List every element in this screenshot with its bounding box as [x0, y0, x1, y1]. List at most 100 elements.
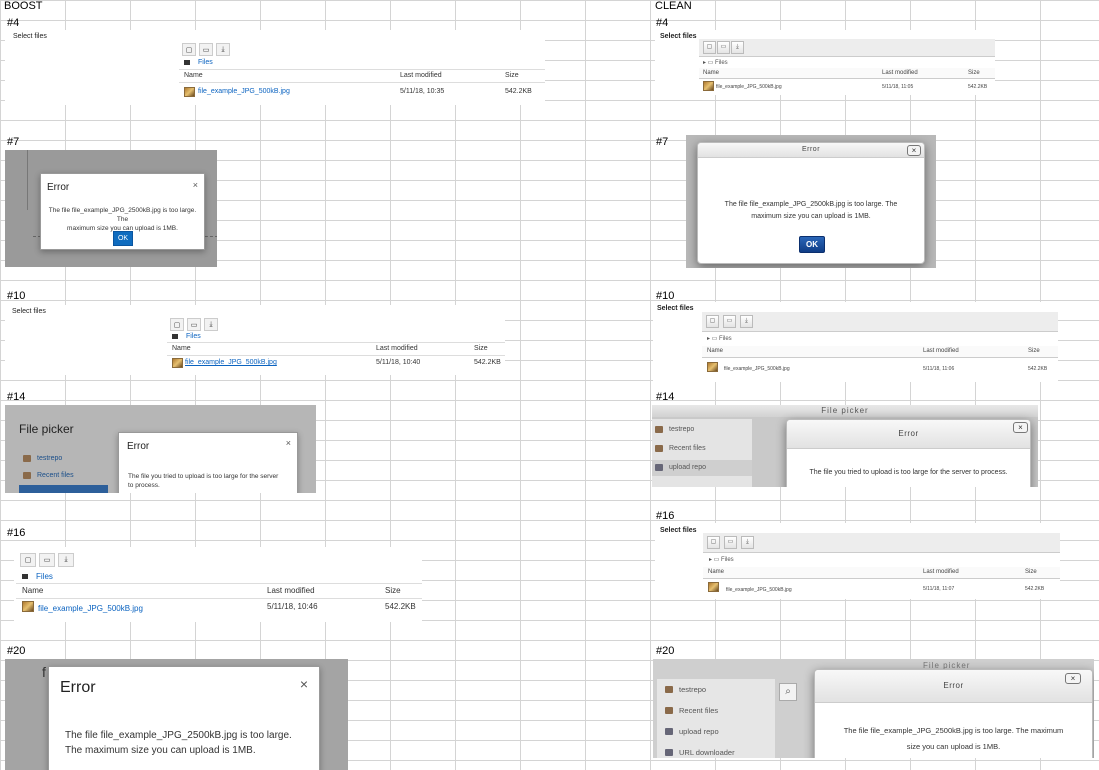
close-icon[interactable]: ×	[300, 676, 308, 692]
upload-icon	[655, 464, 663, 471]
table-row[interactable]: file_example_JPG_500kB.jpg 5/11/18, 10:4…	[167, 356, 505, 370]
close-icon[interactable]: ×	[286, 438, 291, 448]
add-file-button[interactable]: ▢	[170, 318, 184, 331]
row-label-7-boost: #7	[7, 136, 20, 148]
dialog-title: Error	[815, 670, 1092, 703]
add-file-button[interactable]: ▢	[707, 536, 720, 549]
file-size: 542.2KB	[968, 84, 988, 90]
repo-testrepo[interactable]: testrepo	[665, 685, 706, 694]
create-folder-button[interactable]: ▭	[187, 318, 201, 331]
create-folder-button[interactable]: ▭	[199, 43, 213, 56]
col-modified[interactable]: Last modified	[376, 345, 418, 352]
col-name[interactable]: Name	[22, 586, 43, 595]
file-name-link[interactable]: file_example_JPG_500kB.jpg	[185, 359, 277, 366]
download-button[interactable]: ⤓	[216, 43, 230, 56]
repo-upload[interactable]: upload repo	[665, 727, 719, 736]
add-file-button[interactable]: ▢	[706, 315, 719, 328]
file-modified: 5/11/18, 11:05	[882, 84, 914, 90]
boost-modal-backdrop-20: f Error × The file file_example_JPG_2500…	[5, 659, 348, 770]
col-modified[interactable]: Last modified	[882, 70, 918, 76]
col-size[interactable]: Size	[968, 70, 980, 76]
breadcrumb-files[interactable]: Files	[186, 333, 201, 340]
create-folder-button[interactable]: ▭	[39, 553, 55, 567]
create-folder-button[interactable]: ▭	[717, 41, 730, 54]
table-row[interactable]: file_example_JPG_500kB.jpg 5/11/18, 10:3…	[179, 85, 545, 99]
table-row[interactable]: file_example_JPG_500kB.jpg 5/11/18, 11:0…	[703, 581, 1060, 595]
breadcrumb-files[interactable]: Files	[36, 572, 53, 581]
boost-filemanager-10: Select files ▢ ▭ ⤓ Files Name Last modif…	[5, 305, 505, 375]
dialog-title: Error	[60, 679, 96, 696]
toolbar: ▢ ▭ ⤓	[702, 312, 1058, 332]
repository-icon	[23, 455, 31, 462]
create-folder-button[interactable]: ▭	[724, 536, 737, 549]
clean-filepicker-20: File picker testrepo Recent files upload…	[653, 659, 1094, 758]
col-size[interactable]: Size	[1028, 348, 1040, 354]
close-icon[interactable]: ×	[907, 145, 921, 156]
select-files-label: Select files	[657, 305, 694, 312]
col-name[interactable]: Name	[184, 72, 203, 79]
col-name[interactable]: Name	[707, 348, 723, 354]
download-icon	[665, 749, 673, 756]
table-row[interactable]: file_example_JPG_500kB.jpg 5/11/18, 10:4…	[16, 600, 422, 614]
error-dialog: Error × The file file_example_JPG_2500kB…	[40, 173, 205, 250]
col-size[interactable]: Size	[1025, 569, 1037, 575]
ok-button[interactable]: OK	[799, 236, 825, 253]
col-modified[interactable]: Last modified	[267, 586, 315, 595]
col-name[interactable]: Name	[708, 569, 724, 575]
breadcrumb-files[interactable]: Files	[198, 59, 213, 66]
close-icon[interactable]: ×	[1065, 673, 1081, 684]
col-modified[interactable]: Last modified	[923, 348, 959, 354]
toolbar: ▢ ▭ ⤓	[699, 39, 995, 57]
add-file-button[interactable]: ▢	[20, 553, 36, 567]
select-files-label: Select files	[13, 33, 47, 40]
clean-filemanager-10: Select files ▢ ▭ ⤓ ▸ ▭ Files Name Last m…	[653, 302, 1058, 382]
add-file-button[interactable]: ▢	[703, 41, 716, 54]
col-name[interactable]: Name	[172, 345, 191, 352]
dialog-message: The file you tried to upload is too larg…	[809, 469, 1008, 476]
breadcrumb: ▸ ▭ Files	[709, 557, 734, 563]
repository-icon	[23, 472, 31, 479]
col-modified[interactable]: Last modified	[400, 72, 442, 79]
col-modified[interactable]: Last modified	[923, 569, 959, 575]
col-size[interactable]: Size	[505, 72, 519, 79]
repo-testrepo[interactable]: testrepo	[655, 426, 694, 433]
breadcrumb: ▸ ▭ Files	[703, 60, 728, 66]
file-name-link[interactable]: file_example_JPG_500kB.jpg	[716, 84, 782, 90]
boost-filemanager-4: Select files ▢ ▭ ⤓ Files Name Last modif…	[5, 30, 545, 105]
breadcrumb-files[interactable]: Files	[721, 557, 734, 563]
file-size: 542.2KB	[1028, 366, 1048, 372]
add-file-button[interactable]: ▢	[182, 43, 196, 56]
table-row[interactable]: file_example_JPG_500kB.jpg 5/11/18, 11:0…	[702, 360, 1058, 374]
table-header: Name Last modified Size	[699, 68, 995, 79]
file-modified: 5/11/18, 10:40	[376, 359, 421, 366]
file-name-link[interactable]: file_example_JPG_500kB.jpg	[198, 88, 290, 95]
table-row[interactable]: file_example_JPG_500kB.jpg 5/11/18, 11:0…	[699, 80, 995, 92]
breadcrumb-files[interactable]: Files	[719, 336, 732, 342]
repo-testrepo[interactable]: testrepo	[23, 455, 62, 462]
download-button[interactable]: ⤓	[731, 41, 744, 54]
repo-recent-files[interactable]: Recent files	[655, 445, 706, 452]
breadcrumb: Files	[22, 572, 53, 581]
col-size[interactable]: Size	[385, 586, 401, 595]
file-name-link[interactable]: file_example_JPG_500kB.jpg	[38, 604, 143, 613]
repo-recent-files[interactable]: Recent files	[665, 706, 718, 715]
col-size[interactable]: Size	[474, 345, 488, 352]
search-icon[interactable]: ⌕	[779, 683, 797, 701]
repo-upload[interactable]: upload repo	[655, 464, 706, 471]
error-dialog: Error × The file file_example_JPG_2500kB…	[697, 142, 925, 264]
breadcrumb-files[interactable]: Files	[715, 60, 728, 66]
repo-url-downloader[interactable]: URL downloader	[665, 748, 735, 757]
download-button[interactable]: ⤓	[740, 315, 753, 328]
download-button[interactable]: ⤓	[741, 536, 754, 549]
download-button[interactable]: ⤓	[58, 553, 74, 567]
file-name-link[interactable]: file_example_JPG_500kB.jpg	[724, 366, 790, 372]
ok-button[interactable]: OK	[113, 231, 133, 246]
create-folder-button[interactable]: ▭	[723, 315, 736, 328]
download-button[interactable]: ⤓	[204, 318, 218, 331]
repo-recent-files[interactable]: Recent files	[23, 472, 74, 479]
close-icon[interactable]: ×	[193, 180, 198, 190]
file-name-link[interactable]: file_example_JPG_500kB.jpg	[726, 587, 792, 593]
close-icon[interactable]: ×	[1013, 422, 1028, 433]
col-name[interactable]: Name	[703, 70, 719, 76]
repo-upload-selected[interactable]	[19, 485, 108, 493]
